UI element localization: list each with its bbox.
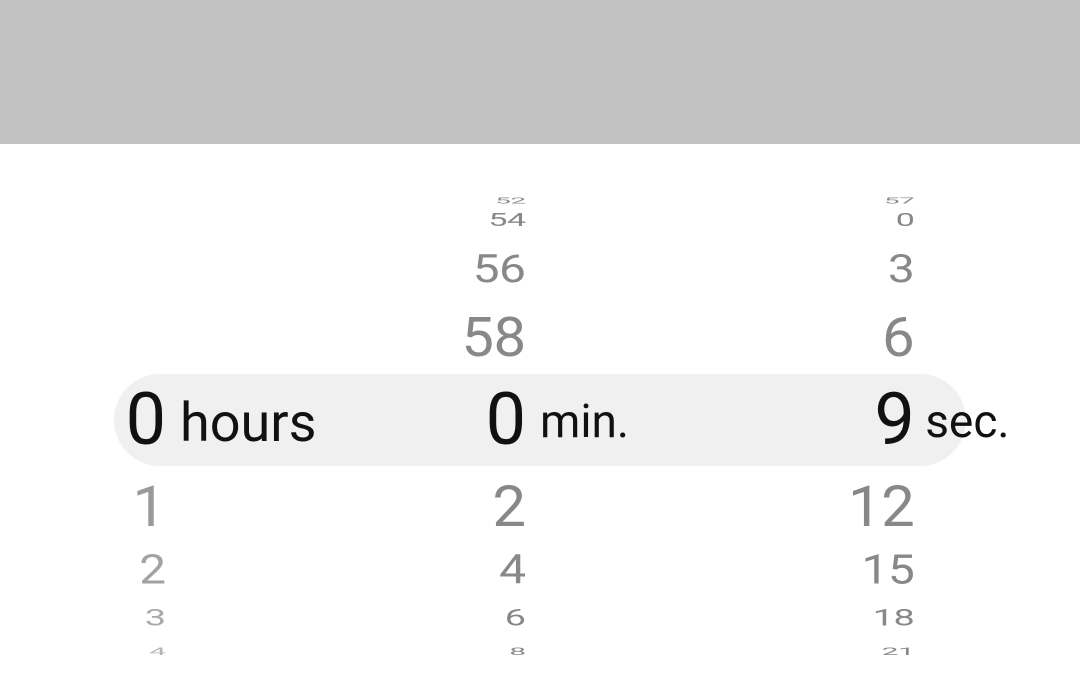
seconds-value[interactable]: 3 [720,245,914,292]
minutes-value[interactable]: 54 [360,209,526,231]
seconds-value[interactable]: 0 [720,209,914,231]
minutes-value[interactable]: 52 [360,196,526,206]
hours-value[interactable]: 1 [0,473,166,540]
minutes-value[interactable]: 6 [360,604,526,631]
picker-columns: 0 1 2 3 4 hours 52 54 56 58 0 2 4 6 8 mi… [0,144,1080,690]
minutes-column: 52 54 56 58 0 2 4 6 8 min. [360,144,720,690]
seconds-value-selected[interactable]: 9 [720,383,914,457]
minutes-value[interactable]: 2 [360,473,526,540]
hours-unit-label: hours [180,392,316,455]
minutes-value[interactable]: 4 [360,545,526,593]
duration-picker: 0 1 2 3 4 hours 52 54 56 58 0 2 4 6 8 mi… [0,144,1080,690]
seconds-value[interactable]: 57 [720,196,914,206]
hours-column: 0 1 2 3 4 hours [0,144,360,690]
seconds-value[interactable]: 12 [720,473,914,540]
seconds-column: 57 0 3 6 9 12 15 18 21 sec. [720,144,1080,690]
seconds-unit-label: sec. [925,395,1009,449]
hours-value[interactable]: 4 [0,645,166,657]
top-header-bar [0,0,1080,144]
hours-value[interactable]: 2 [0,545,166,593]
minutes-value[interactable]: 56 [360,245,526,292]
minutes-value[interactable]: 8 [360,645,526,657]
seconds-value[interactable]: 6 [720,306,914,371]
minutes-value-selected[interactable]: 0 [360,383,526,457]
minutes-value[interactable]: 58 [360,306,526,371]
hours-value-selected[interactable]: 0 [0,383,166,457]
minutes-unit-label: min. [540,395,629,449]
seconds-value[interactable]: 15 [720,545,914,593]
seconds-value[interactable]: 18 [720,604,914,631]
seconds-value[interactable]: 21 [720,645,914,657]
hours-value[interactable]: 3 [0,604,166,631]
seconds-wheel[interactable]: 57 0 3 6 9 12 15 18 21 [720,144,1080,690]
